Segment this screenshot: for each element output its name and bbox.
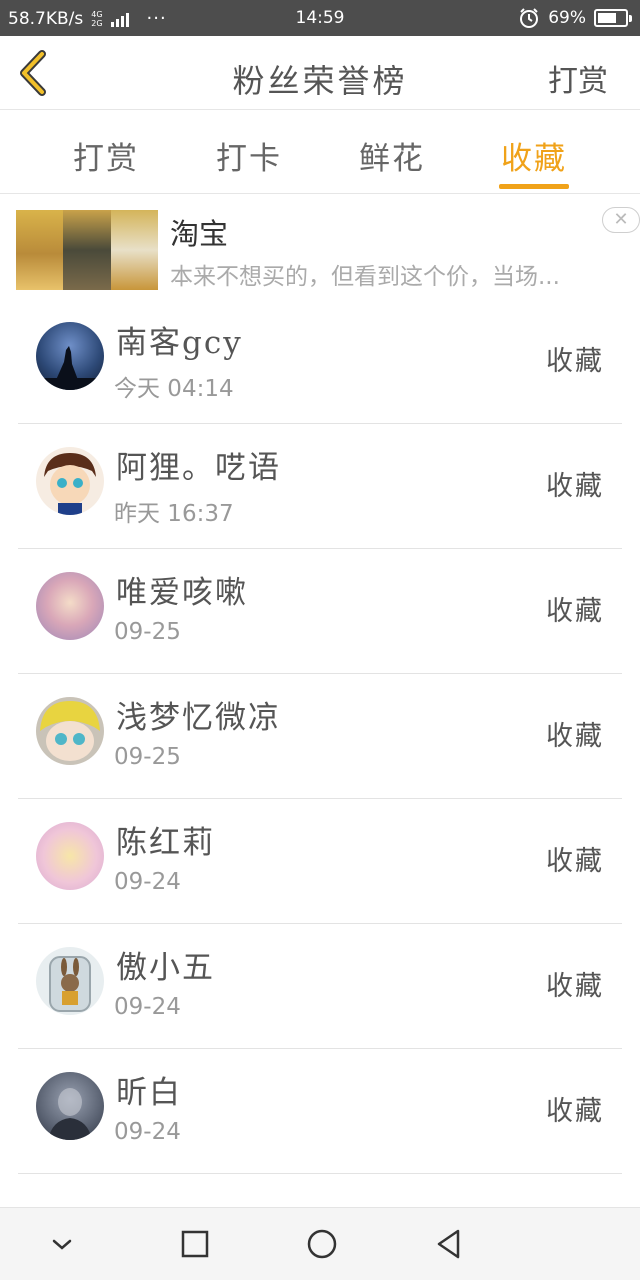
fan-time: 昨天 16:37 [114,501,234,527]
fan-time: 09-24 [114,869,181,895]
fan-action: 收藏 [546,846,604,877]
doll-face-icon [40,701,100,761]
circle-icon[interactable] [304,1226,340,1262]
fan-name: 陈红莉 [116,825,215,861]
list-item[interactable]: 陈红莉 09-24 收藏 [18,799,622,924]
title-bar: 粉丝荣誉榜 打赏 [0,36,640,110]
fan-name: 昕白 [116,1075,182,1111]
avatar [36,947,104,1015]
reward-button[interactable]: 打赏 [548,56,608,100]
wolf-icon [36,346,104,390]
fan-action: 收藏 [546,1096,604,1127]
list-item[interactable]: 傲小五 09-24 收藏 [18,924,622,1049]
list-item[interactable]: 浅梦忆微凉 09-25 收藏 [18,674,622,799]
ad-thumbnail [16,210,158,290]
fan-time: 09-25 [114,744,181,770]
fan-name: 傲小五 [116,950,215,986]
fan-name: 唯爱咳嗽 [116,575,248,611]
avatar [36,1072,104,1140]
cartoon-face-icon [44,453,96,515]
avatar [36,572,104,640]
avatar [36,322,104,390]
fan-name: 南客gcy [116,325,243,361]
bunny-jar-icon [49,956,91,1012]
chevron-down-icon[interactable] [44,1226,80,1262]
status-bar: 58.7KB/s 4G 2G ··· 14:59 69% [0,0,640,36]
close-icon[interactable]: ✕ [602,207,640,233]
avatar [36,822,104,890]
person-silhouette-icon [48,1088,92,1140]
fan-name: 浅梦忆微凉 [116,700,281,736]
fan-time: 09-24 [114,1119,181,1145]
fan-name: 阿狸。呓语 [116,450,281,486]
ad-title: 淘宝 [170,217,229,251]
system-nav-bar [0,1207,640,1280]
avatar [36,447,104,515]
fan-action: 收藏 [546,596,604,627]
fan-time: 今天 04:14 [114,376,234,402]
tab-bar: 打赏 打卡 鲜花 收藏 [0,111,640,194]
list-item[interactable]: 昕白 09-24 收藏 [18,1049,622,1174]
fan-action: 收藏 [546,346,604,377]
list-item[interactable]: 南客gcy 今天 04:14 收藏 [18,299,622,424]
fan-time: 09-24 [114,994,181,1020]
fan-action: 收藏 [546,971,604,1002]
square-icon[interactable] [177,1226,213,1262]
tab-active-indicator [499,184,569,189]
battery-fill [598,13,616,23]
avatar [36,697,104,765]
list-item[interactable]: 阿狸。呓语 昨天 16:37 收藏 [18,424,622,549]
fan-action: 收藏 [546,721,604,752]
alarm-icon [520,8,539,28]
tab-flowers[interactable]: 鲜花 [357,133,427,178]
triangle-back-icon[interactable] [432,1226,468,1262]
tab-reward[interactable]: 打赏 [71,133,141,178]
status-right: 69% [518,7,632,29]
list-item[interactable]: 唯爱咳嗽 09-25 收藏 [18,549,622,674]
page-title: 粉丝荣誉榜 [232,62,408,100]
battery-percent: 69% [548,8,586,28]
tab-checkin[interactable]: 打卡 [214,133,284,178]
tab-favorites[interactable]: 收藏 [499,133,569,178]
ad-description: 本来不想买的，但看到这个价，当场... [170,264,560,290]
battery-icon [594,9,632,27]
ad-banner[interactable]: 淘宝 本来不想买的，但看到这个价，当场... ✕ [0,195,640,299]
fan-time: 09-25 [114,619,181,645]
fan-action: 收藏 [546,471,604,502]
